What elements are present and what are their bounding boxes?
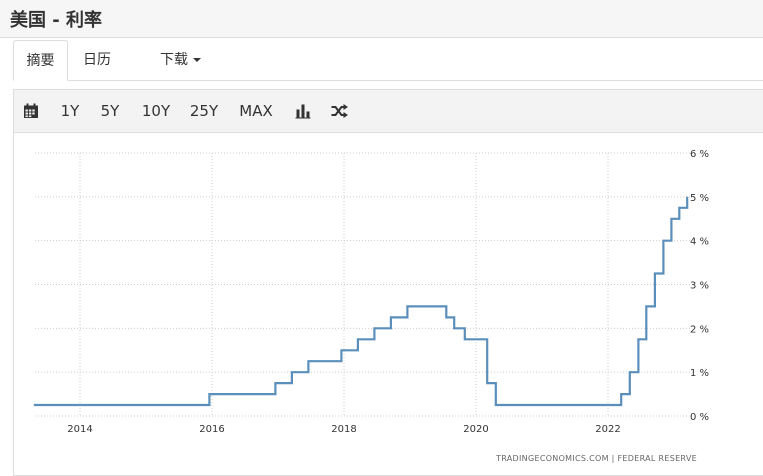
range-5y-button[interactable]: 5Y [96,90,124,132]
range-25y-button[interactable]: 25Y [187,90,221,132]
y-tick-label: 0 % [690,412,709,423]
range-max-button[interactable]: MAX [235,90,277,132]
tab-bar: 摘要 日历 下载 [13,40,763,81]
x-tick-label: 2018 [331,424,356,435]
calendar-icon[interactable] [20,90,42,132]
chart-grid [35,152,690,417]
x-axis: 2014 2016 2018 2020 2022 [67,424,620,435]
bar-chart-icon[interactable] [292,90,314,132]
interest-rate-line [33,196,689,407]
y-tick-label: 4 % [690,237,709,248]
y-tick-label: 2 % [690,324,709,335]
shuffle-icon[interactable] [329,90,351,132]
y-axis: 0 % 1 % 2 % 3 % 4 % 5 % 6 % [690,149,709,423]
x-tick-label: 2022 [595,424,620,435]
x-tick-label: 2014 [67,424,92,435]
page-header: 美国 - 利率 [0,0,763,38]
page-title: 美国 - 利率 [10,10,103,31]
y-tick-label: 3 % [690,281,709,292]
tab-download[interactable]: 下载 [160,40,201,80]
chevron-down-icon [193,58,201,62]
range-10y-button[interactable]: 10Y [139,90,173,132]
range-1y-button[interactable]: 1Y [56,90,84,132]
y-tick-label: 6 % [690,149,709,160]
chart-toolbar: 1Y 5Y 10Y 25Y MAX [14,90,763,133]
x-tick-label: 2020 [463,424,488,435]
tab-download-label: 下载 [160,52,188,68]
tab-calendar[interactable]: 日历 [83,40,111,80]
y-tick-label: 5 % [690,193,709,204]
chart-source: TRADINGECONOMICS.COM | FEDERAL RESERVE [495,454,697,463]
y-tick-label: 1 % [690,368,709,379]
tab-summary[interactable]: 摘要 [13,40,68,81]
x-tick-label: 2016 [199,424,224,435]
interest-rate-chart: 0 %1 %2 %3 %4 %5 %6 % 2014 2016 2018 2020 20… [33,149,709,463]
